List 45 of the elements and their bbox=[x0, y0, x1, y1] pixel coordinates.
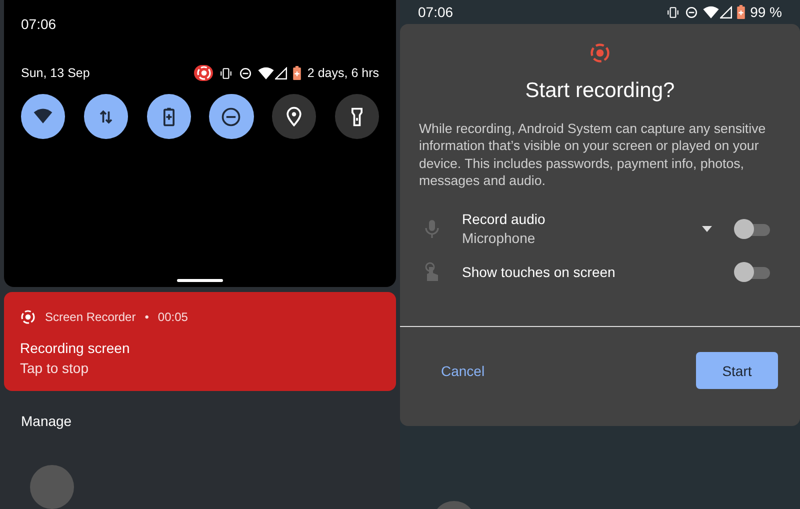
home-handle[interactable] bbox=[177, 278, 223, 282]
notification-card[interactable]: Screen Recorder • 00:05 Recording screen Tap to stop bbox=[4, 292, 396, 391]
microphone-icon bbox=[425, 218, 439, 239]
battery-icon bbox=[293, 66, 302, 80]
quick-setting-tile[interactable] bbox=[84, 94, 128, 139]
vibrate-icon bbox=[666, 6, 680, 18]
quick-setting-tile[interactable] bbox=[21, 94, 66, 139]
battery-icon bbox=[737, 5, 746, 19]
start-button[interactable]: Start bbox=[696, 352, 778, 390]
toggle-switch[interactable] bbox=[734, 261, 770, 284]
toggle-switch[interactable] bbox=[734, 218, 770, 240]
quick-setting-tile[interactable] bbox=[272, 94, 316, 139]
clock-time: 07:06 bbox=[21, 16, 58, 34]
vibrate-icon bbox=[219, 66, 234, 80]
cancel-button[interactable]: Cancel bbox=[430, 354, 496, 387]
record-icon bbox=[589, 42, 611, 64]
do-not-disturb-icon bbox=[685, 6, 698, 18]
quick-setting-tile[interactable] bbox=[146, 94, 191, 139]
wifi-icon bbox=[703, 6, 720, 18]
quick-setting-tile[interactable] bbox=[209, 94, 254, 139]
battery-estimate: 2 days, 6 hrs bbox=[307, 66, 379, 80]
battery-percent: 99 % bbox=[750, 4, 782, 20]
do-not-disturb-icon bbox=[220, 106, 242, 128]
option-value: Microphone bbox=[462, 230, 536, 246]
recording-indicator-icon bbox=[194, 65, 214, 81]
app-name: Screen Recorder bbox=[45, 310, 136, 324]
dialog-title: Start recording? bbox=[525, 79, 675, 103]
clock-time: 07:06 bbox=[418, 4, 454, 20]
dialog-message: While recording, Android System can capture any sensitive information that’s visible on your screen or played on your device. This includes passwords, payment info, photos, messages and audio. bbox=[419, 120, 767, 190]
option-label: Show touches on screen bbox=[462, 264, 616, 280]
notification-text: Tap to stop bbox=[20, 360, 90, 376]
signal-icon bbox=[275, 66, 288, 80]
wifi-icon bbox=[258, 66, 274, 80]
separator-dot: • bbox=[144, 310, 149, 324]
signal-icon bbox=[720, 6, 732, 18]
dropdown-caret-icon[interactable] bbox=[702, 226, 712, 232]
manage-button[interactable]: Manage bbox=[21, 413, 72, 429]
notification-title: Recording screen bbox=[20, 340, 131, 356]
option-label: Record audio bbox=[462, 211, 546, 228]
quick-setting-tile[interactable] bbox=[334, 94, 379, 139]
date-text: Sun, 13 Sep bbox=[21, 66, 91, 80]
elapsed-time: 00:05 bbox=[158, 310, 188, 324]
touch-hand-icon bbox=[424, 262, 440, 282]
record-icon bbox=[20, 308, 36, 325]
do-not-disturb-icon bbox=[239, 66, 252, 80]
